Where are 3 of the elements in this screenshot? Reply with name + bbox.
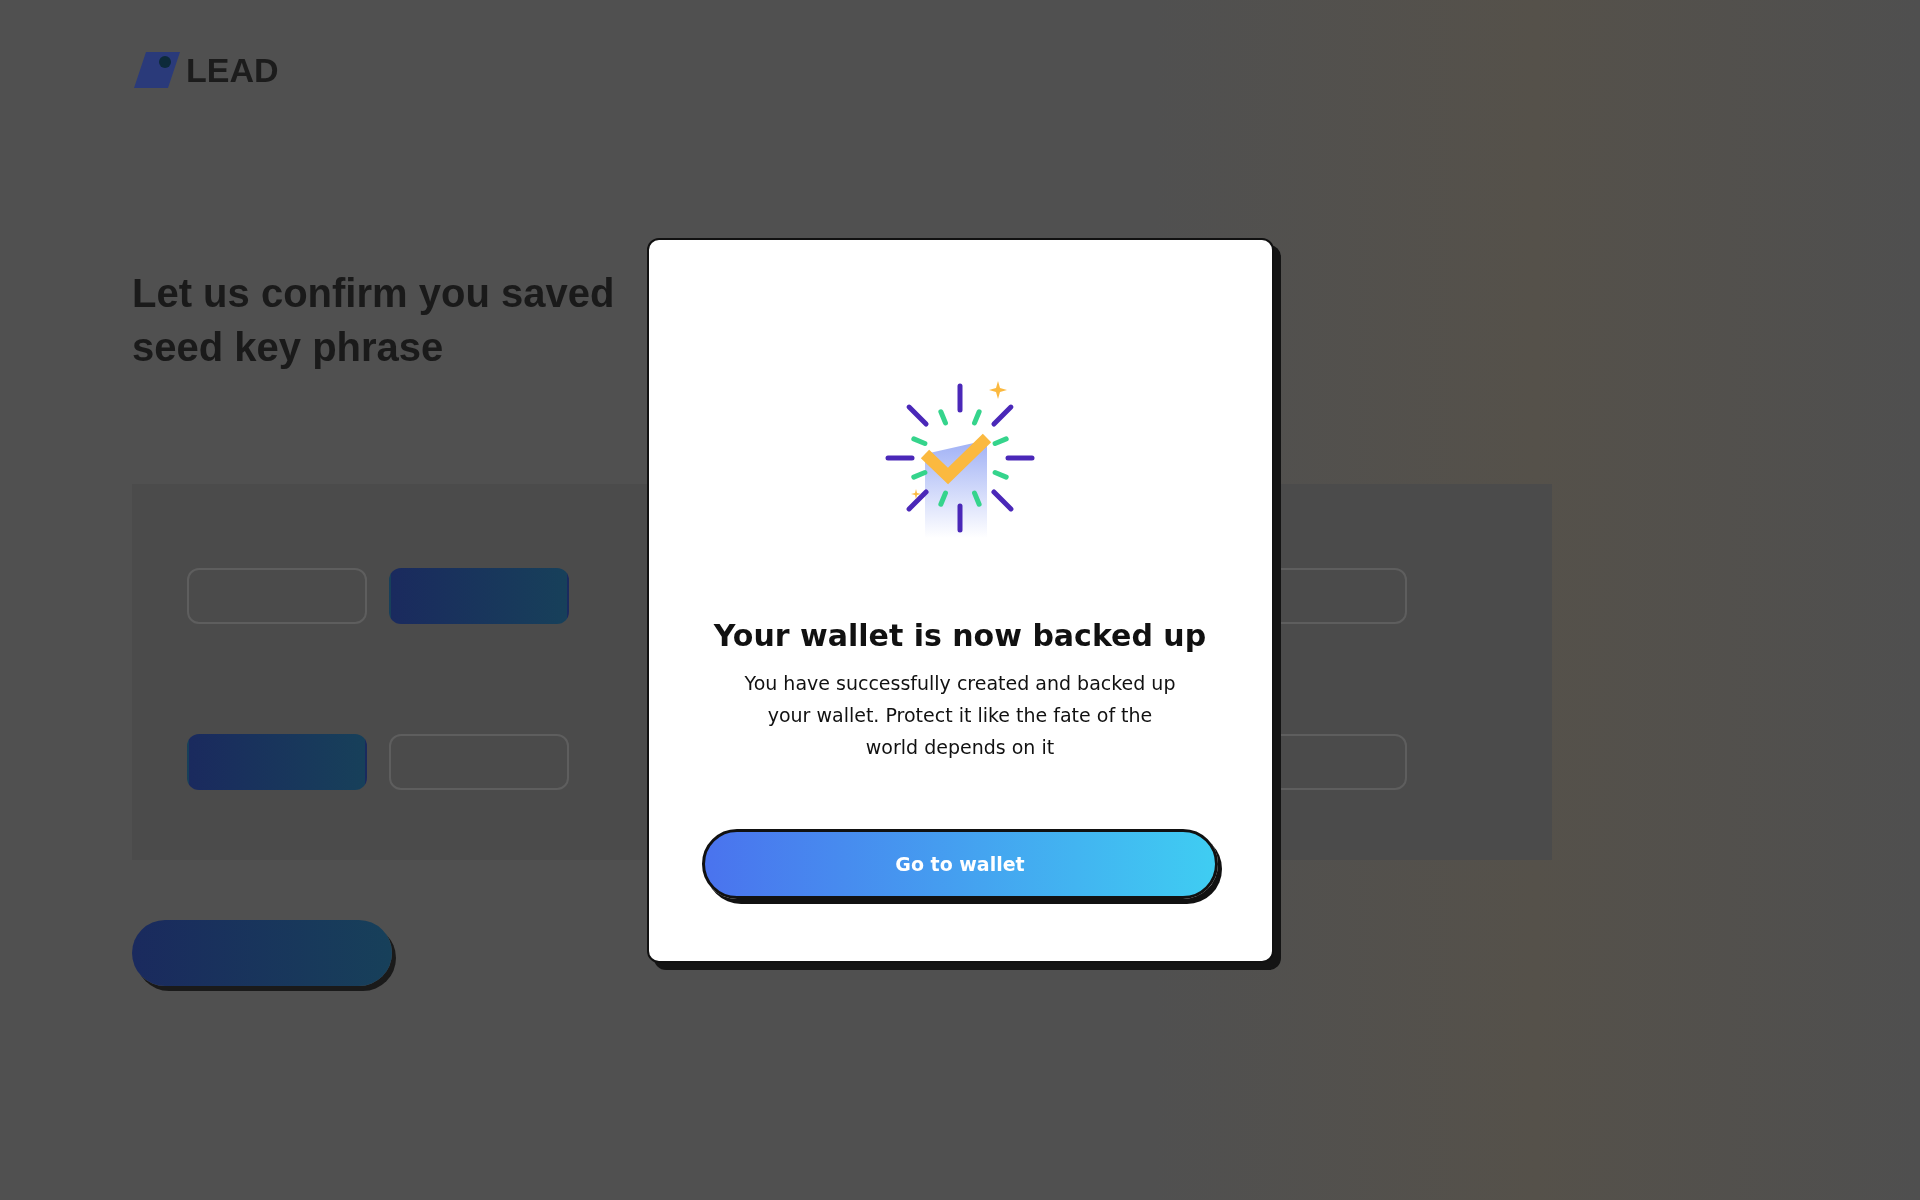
dialog-title: Your wallet is now backed up [713,617,1207,653]
logo-icon [132,50,182,90]
dialog-message: You have successfully created and backed up your wallet. Protect it like the fate of the world depends on it [743,670,1177,760]
